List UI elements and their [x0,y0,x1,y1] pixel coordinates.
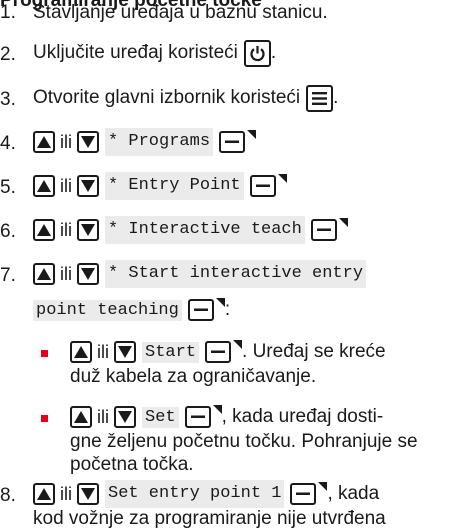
menu-icon [306,84,334,112]
step-number: 5. [0,177,16,198]
step-number: 1. [0,2,16,23]
ok-key-icon [187,299,214,321]
ok-key-icon [219,131,246,153]
step-number: 2. [0,44,16,65]
down-arrow-icon [114,406,136,428]
menu-command: Start [142,341,200,363]
step-text: Otvorite glavni izbornik koristeći [33,87,301,108]
corner-marker-icon [233,340,243,349]
step-text-continued: kod vožnje za programiranje nije utvrđen… [33,508,386,529]
corner-marker-icon [212,405,222,414]
menu-command: * Start interactive entry [105,260,367,288]
down-arrow-icon [77,263,99,285]
up-arrow-icon [70,406,92,428]
connector-text: ili [97,406,109,427]
down-arrow-icon [77,483,99,505]
corner-marker-icon [338,218,348,227]
ok-key-icon [249,175,276,197]
step-number: 3. [0,89,16,110]
bullet-text: . Uređaj se kreće [242,341,386,362]
bullet-marker [41,350,48,357]
step-text: Uključite uređaj koristeći [33,42,238,63]
menu-command: Set entry point 1 [105,480,285,508]
step-text-end: . [333,87,339,108]
step-text: , kada [327,483,380,504]
menu-command: * Entry Point [105,172,244,200]
step-text-end: . [270,42,277,63]
up-arrow-icon [33,263,55,285]
corner-marker-icon [277,174,287,183]
up-arrow-icon [33,483,55,505]
step-number: 7. [0,265,16,286]
step-number: 6. [0,221,16,242]
menu-command: Set [142,406,179,428]
down-arrow-icon [114,341,136,363]
connector-text: ili [60,484,72,504]
step-text-end: : [224,299,231,320]
down-arrow-icon [77,175,99,197]
corner-marker-icon [215,298,225,307]
up-arrow-icon [70,341,92,363]
connector-text: ili [60,176,72,196]
corner-marker-icon [247,130,257,139]
step-text: Stavljanje uređaja u baznu stanicu. [33,2,328,23]
connector-text: ili [60,220,72,240]
ok-key-icon [205,341,232,363]
up-arrow-icon [33,219,55,241]
connector-text: ili [60,264,72,284]
down-arrow-icon [77,131,99,153]
bullet-text: , kada uređaj dosti- [221,406,384,427]
menu-command: * Interactive teach [105,216,305,244]
up-arrow-icon [33,175,55,197]
up-arrow-icon [33,131,55,153]
connector-text: ili [60,132,72,152]
corner-marker-icon [318,482,328,491]
ok-key-icon [184,406,211,428]
bullet-text-continued: gne željenu početnu točku. Pohranjuje se [70,431,418,452]
ok-key-icon [310,219,337,241]
ok-key-icon [290,483,317,505]
menu-command: * Programs [105,128,214,156]
bullet-marker [41,415,48,422]
menu-command-continued: point teaching [33,299,182,321]
step-number: 4. [0,133,16,154]
bullet-text-continued: početna točka. [70,454,194,475]
connector-text: ili [97,341,109,362]
bullet-text-continued: duž kabela za ograničavanje. [70,366,317,387]
down-arrow-icon [77,219,99,241]
step-number: 8. [0,485,16,506]
power-icon [243,39,271,67]
